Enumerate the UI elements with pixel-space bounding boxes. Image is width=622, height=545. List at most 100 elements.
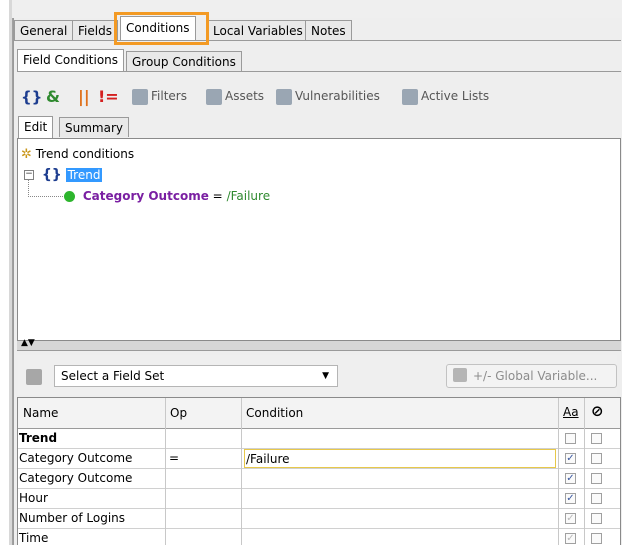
tab-divider [14,40,621,41]
field-set-select[interactable]: Select a Field Set ▼ [54,365,338,387]
tab-summary[interactable]: Summary [59,117,129,137]
vulnerability-icon [276,88,292,105]
global-variable-button[interactable]: +/- Global Variable... [446,364,617,388]
negate-checkbox[interactable] [591,433,602,444]
expand-arrows-icon: ▲▼ [21,338,35,348]
row-name-cell[interactable]: Time [18,529,164,545]
braces-icon: {} [41,167,62,183]
case-sensitive-checkbox[interactable]: ✓ [565,513,576,524]
conditions-table[interactable]: Name Op Condition Aa ⊘ Trend Category Out… [17,397,621,545]
global-variable-label: +/- Global Variable... [473,369,598,383]
not-operator-button[interactable]: != [98,85,119,107]
case-sensitive-checkbox[interactable]: ✓ [565,533,576,544]
and-operator-button[interactable]: {} [21,85,42,107]
row-name-cell[interactable]: Category Outcome [18,449,164,468]
row-name-cell[interactable]: Trend [18,429,164,448]
row-name-cell[interactable]: Hour [18,489,164,508]
filter-icon [132,88,148,105]
row-op-cell[interactable] [168,529,240,545]
tab-general[interactable]: General [14,20,74,40]
tree-condition-row[interactable]: Category Outcome = /Failure [64,189,270,203]
condition-value: /Failure [226,189,271,203]
table-row[interactable]: Hour ✓ [18,489,620,509]
filters-button[interactable]: Filters [132,85,187,107]
header-op[interactable]: Op [169,404,187,423]
row-condition-cell[interactable] [244,489,556,508]
tree-connector [28,179,30,197]
tab-notes[interactable]: Notes [305,20,352,40]
global-variable-icon [453,368,467,382]
table-header: Name Op Condition Aa ⊘ [18,398,620,429]
or-operator-button[interactable]: || [78,85,90,107]
row-condition-cell[interactable] [244,529,556,545]
table-row[interactable]: Number of Logins ✓ [18,509,620,529]
top-strip [12,0,622,18]
subtab-divider [17,71,621,72]
vulnerabilities-label: Vulnerabilities [295,89,380,103]
active-list-icon [402,88,418,105]
row-op-cell[interactable] [168,509,240,528]
row-condition-cell[interactable]: /Failure [244,449,556,468]
field-set-icon [26,369,42,385]
filters-label: Filters [151,89,187,103]
row-condition-cell[interactable] [244,509,556,528]
row-op-cell[interactable] [168,489,240,508]
row-op-cell[interactable]: = [168,449,240,468]
condition-operator: = [212,189,223,203]
assets-label: Assets [225,89,265,103]
tab-field-conditions[interactable]: Field Conditions [17,49,125,71]
header-name[interactable]: Name [22,404,58,423]
header-not-icon[interactable]: ⊘ [590,402,604,421]
condition-tree[interactable]: ✲ Trend conditions − {} Trend Category O… [17,138,621,341]
table-row[interactable]: Category Outcome =/Failure ✓ [18,449,620,469]
tab-edit[interactable]: Edit [18,116,54,138]
assets-button[interactable]: Assets [206,85,264,107]
editor-window: General Fields Conditions Local Variable… [0,0,622,545]
case-sensitive-checkbox[interactable] [565,433,576,444]
active-lists-label: Active Lists [421,89,490,103]
row-condition-cell[interactable] [244,469,556,488]
active-lists-button[interactable]: Active Lists [402,85,489,107]
negate-checkbox[interactable] [591,493,602,504]
ampersand-button[interactable]: & [46,85,60,107]
tree-node-trend[interactable]: − {} Trend [24,167,103,183]
row-op-cell[interactable] [168,469,240,488]
tab-group-conditions[interactable]: Group Conditions [126,51,242,71]
row-condition-cell[interactable] [244,429,556,448]
column-divider [584,398,585,545]
not-equal-icon: != [98,86,119,106]
header-case-sensitive[interactable]: Aa [562,403,579,422]
braces-icon: {} [21,87,43,106]
column-divider [558,398,559,545]
case-sensitive-checkbox[interactable]: ✓ [565,453,576,464]
vulnerabilities-button[interactable]: Vulnerabilities [276,85,380,107]
field-set-select-value: Select a Field Set [61,369,165,383]
column-divider [165,398,166,545]
or-bars-icon: || [78,86,90,106]
case-sensitive-checkbox[interactable]: ✓ [565,473,576,484]
tab-local-variables[interactable]: Local Variables [207,20,309,40]
table-row[interactable]: Trend [18,429,620,449]
gear-icon: ✲ [21,147,32,162]
column-divider [241,398,242,545]
header-condition[interactable]: Condition [245,404,303,423]
row-name-cell[interactable]: Number of Logins [18,509,164,528]
condition-field: Category Outcome [82,189,209,203]
tab-fields[interactable]: Fields [72,20,118,40]
conditions-tab-highlight [114,12,209,45]
tree-root-label: Trend conditions [35,147,135,161]
tree-root[interactable]: ✲ Trend conditions [21,147,134,162]
row-name-cell[interactable]: Category Outcome [18,469,164,488]
splitter-handle[interactable]: ▲▼ [17,338,621,351]
negate-checkbox[interactable] [591,453,602,464]
negate-checkbox[interactable] [591,473,602,484]
negate-checkbox[interactable] [591,513,602,524]
row-op-cell[interactable] [168,429,240,448]
green-dot-icon [64,191,75,202]
case-sensitive-checkbox[interactable]: ✓ [565,493,576,504]
asset-icon [206,88,222,105]
dropdown-arrow-icon: ▼ [322,371,329,381]
table-row[interactable]: Time ✓ [18,529,620,545]
negate-checkbox[interactable] [591,533,602,544]
table-row[interactable]: Category Outcome ✓ [18,469,620,489]
